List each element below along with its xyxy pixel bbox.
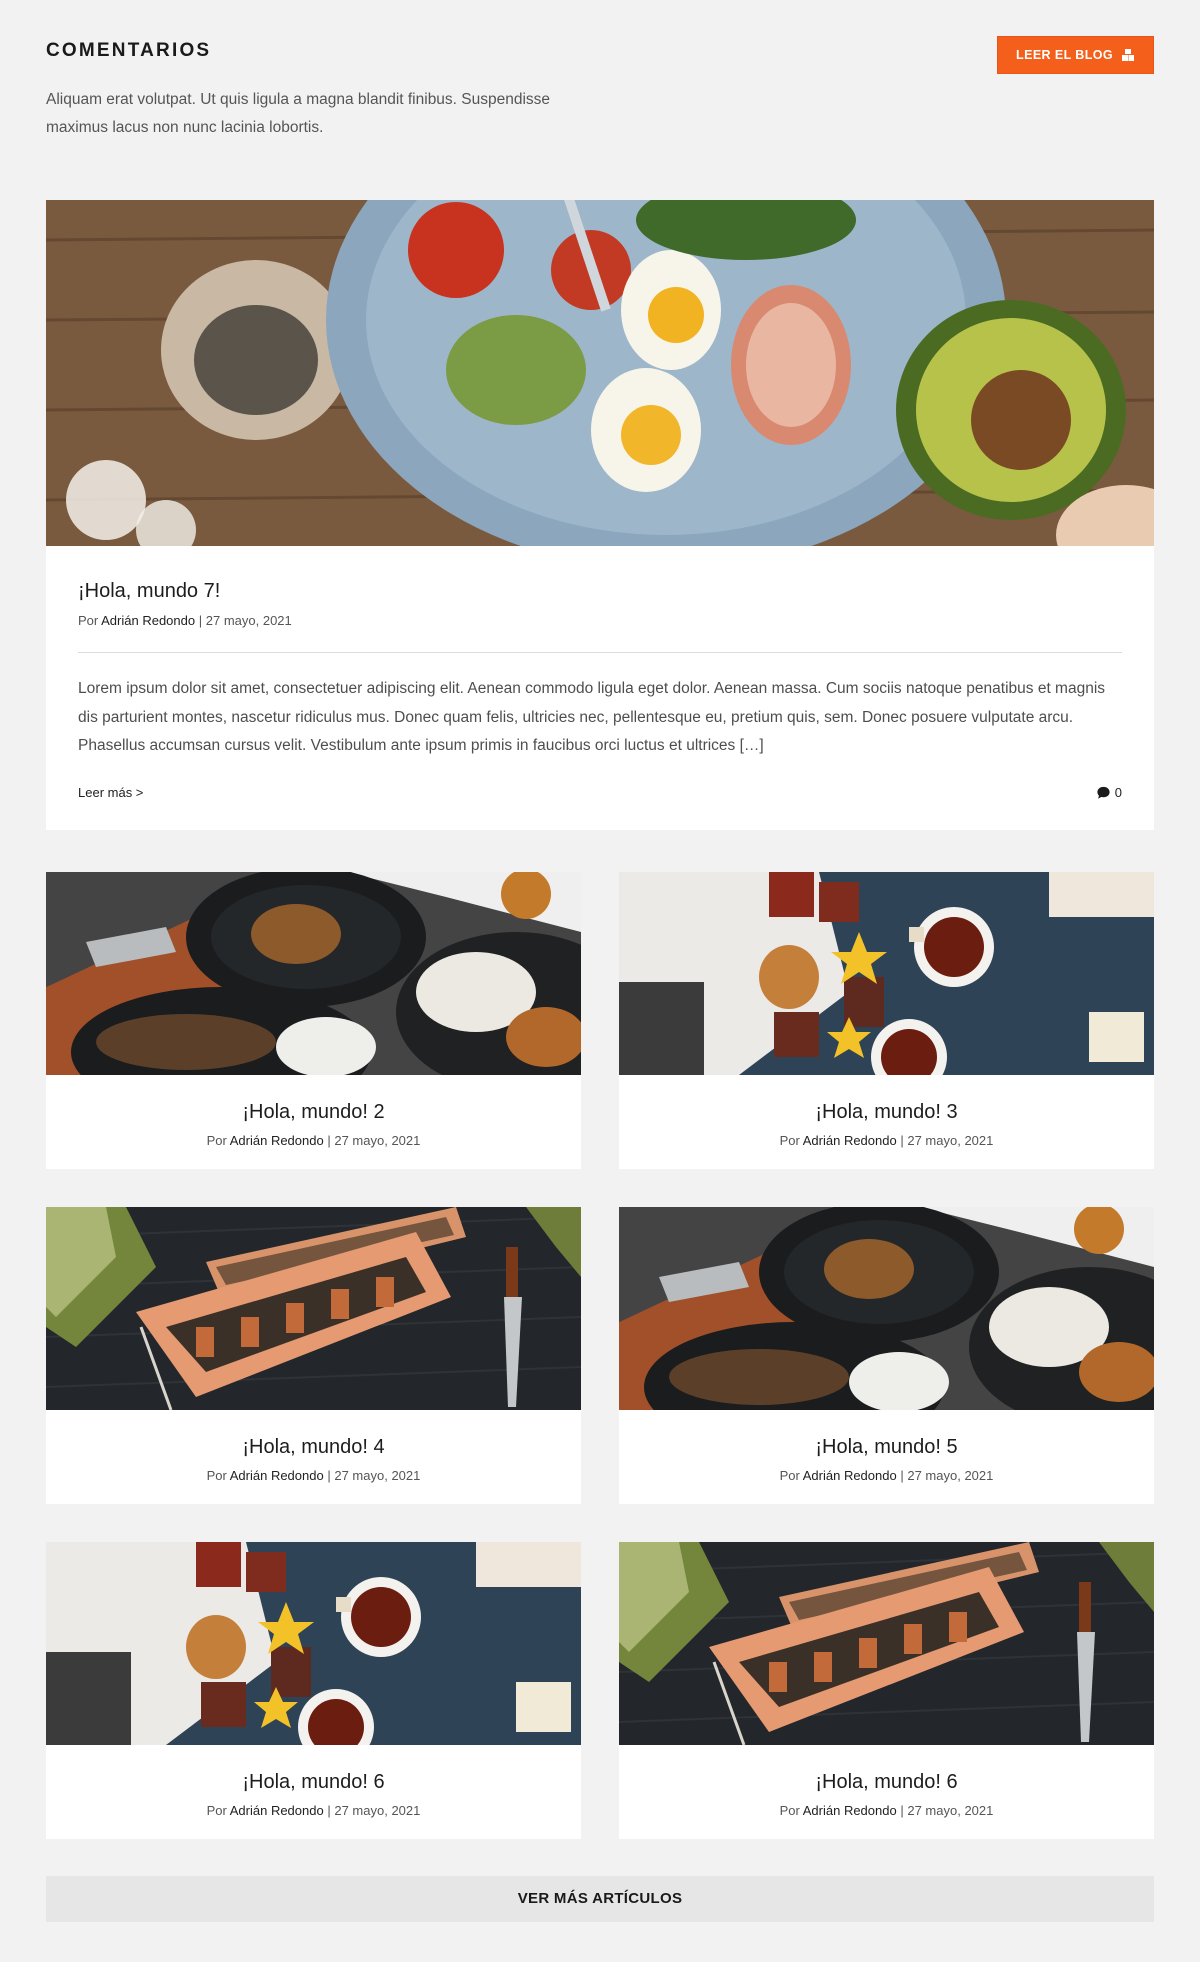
section-header: COMENTARIOS Aliquam erat volutpat. Ut qu…: [46, 36, 1154, 200]
salad-bowl-photo: [46, 200, 1154, 546]
post-author[interactable]: Adrián Redondo: [230, 1803, 324, 1818]
post-title[interactable]: ¡Hola, mundo! 4: [46, 1434, 581, 1460]
comment-count-value: 0: [1114, 784, 1122, 800]
post-title[interactable]: ¡Hola, mundo! 5: [619, 1434, 1154, 1460]
post-info: ¡Hola, mundo! 6 Por Adrián Redondo | 27 …: [46, 1745, 581, 1820]
section-title: COMENTARIOS: [46, 40, 212, 61]
meta-prefix: Por: [779, 1132, 800, 1148]
meta-separator: |: [198, 613, 203, 628]
post-author[interactable]: Adrián Redondo: [803, 1468, 897, 1483]
meta-separator: |: [327, 1802, 331, 1818]
meta-separator: |: [900, 1802, 904, 1818]
meta-prefix: Por: [779, 1467, 800, 1483]
meta-prefix: Por: [206, 1467, 227, 1483]
post-info: ¡Hola, mundo! 2 Por Adrián Redondo | 27 …: [46, 1075, 581, 1150]
post-image[interactable]: [619, 1542, 1154, 1745]
featured-post-title[interactable]: ¡Hola, mundo 7!: [78, 578, 1122, 604]
post-info: ¡Hola, mundo! 3 Por Adrián Redondo | 27 …: [619, 1075, 1154, 1150]
post-info: ¡Hola, mundo! 5 Por Adrián Redondo | 27 …: [619, 1410, 1154, 1485]
post-meta: Por Adrián Redondo | 27 mayo, 2021: [46, 1802, 581, 1820]
post-info: ¡Hola, mundo! 6 Por Adrián Redondo | 27 …: [619, 1745, 1154, 1820]
post-date: 27 mayo, 2021: [205, 613, 292, 628]
featured-post-excerpt: Lorem ipsum dolor sit amet, consectetuer…: [78, 680, 1106, 754]
post-image[interactable]: [619, 872, 1154, 1075]
meta-separator: |: [900, 1132, 904, 1148]
meta-prefix: Por: [206, 1132, 227, 1148]
post-meta: Por Adrián Redondo | 27 mayo, 2021: [46, 1467, 581, 1485]
post-card[interactable]: ¡Hola, mundo! 6 Por Adrián Redondo | 27 …: [619, 1541, 1154, 1839]
post-date: 27 mayo, 2021: [907, 1802, 994, 1818]
post-title[interactable]: ¡Hola, mundo! 2: [46, 1099, 581, 1125]
comments-count[interactable]: 0: [1096, 785, 1122, 800]
featured-post-footer: Leer más > 0: [78, 785, 1122, 800]
featured-post[interactable]: ¡Hola, mundo 7! Por Adrián Redondo | 27 …: [46, 200, 1154, 830]
post-author[interactable]: Adrián Redondo: [230, 1468, 324, 1483]
featured-post-meta: Por Adrián Redondo | 27 mayo, 2021: [78, 612, 1122, 630]
meta-separator: |: [327, 1132, 331, 1148]
meta-prefix: Por: [78, 613, 99, 628]
post-meta: Por Adrián Redondo | 27 mayo, 2021: [619, 1132, 1154, 1150]
post-info: ¡Hola, mundo! 4 Por Adrián Redondo | 27 …: [46, 1410, 581, 1485]
meta-prefix: Por: [206, 1802, 227, 1818]
post-title[interactable]: ¡Hola, mundo! 3: [619, 1099, 1154, 1125]
featured-post-body: ¡Hola, mundo 7! Por Adrián Redondo | 27 …: [46, 546, 1154, 830]
blog-section: COMENTARIOS Aliquam erat volutpat. Ut qu…: [46, 0, 1154, 1922]
post-image[interactable]: [46, 872, 581, 1075]
post-date: 27 mayo, 2021: [334, 1132, 421, 1148]
post-date: 27 mayo, 2021: [907, 1132, 994, 1148]
tea-toast-photo: [46, 1542, 581, 1745]
comment-bubble-icon: [1097, 786, 1110, 799]
fish-plates-photo: [46, 872, 581, 1075]
post-card[interactable]: ¡Hola, mundo! 2 Por Adrián Redondo | 27 …: [46, 871, 581, 1169]
tea-toast-photo: [619, 872, 1154, 1075]
more-articles-button[interactable]: VER MÁS ARTÍCULOS: [46, 1875, 1154, 1922]
box-stack-icon: [1121, 48, 1135, 62]
sushi-board-photo: [619, 1542, 1154, 1745]
post-image[interactable]: [619, 1207, 1154, 1410]
read-blog-label: LEER EL BLOG: [1016, 48, 1113, 62]
post-meta: Por Adrián Redondo | 27 mayo, 2021: [46, 1132, 581, 1150]
post-author[interactable]: Adrián Redondo: [101, 613, 195, 628]
post-date: 27 mayo, 2021: [907, 1467, 994, 1483]
meta-separator: |: [327, 1467, 331, 1483]
post-author[interactable]: Adrián Redondo: [230, 1133, 324, 1148]
read-more-link[interactable]: Leer más >: [78, 785, 143, 800]
post-card[interactable]: ¡Hola, mundo! 4 Por Adrián Redondo | 27 …: [46, 1206, 581, 1504]
post-grid: ¡Hola, mundo! 2 Por Adrián Redondo | 27 …: [46, 871, 1154, 1839]
divider: [78, 652, 1122, 653]
section-description: Aliquam erat volutpat. Ut quis ligula a …: [46, 91, 551, 136]
post-author[interactable]: Adrián Redondo: [803, 1803, 897, 1818]
post-image[interactable]: [46, 1207, 581, 1410]
featured-post-image[interactable]: [46, 200, 1154, 546]
fish-plates-photo: [619, 1207, 1154, 1410]
sushi-board-photo: [46, 1207, 581, 1410]
post-card[interactable]: ¡Hola, mundo! 3 Por Adrián Redondo | 27 …: [619, 871, 1154, 1169]
post-meta: Por Adrián Redondo | 27 mayo, 2021: [619, 1467, 1154, 1485]
post-author[interactable]: Adrián Redondo: [803, 1133, 897, 1148]
post-card[interactable]: ¡Hola, mundo! 6 Por Adrián Redondo | 27 …: [46, 1541, 581, 1839]
post-date: 27 mayo, 2021: [334, 1467, 421, 1483]
read-blog-button[interactable]: LEER EL BLOG: [997, 36, 1154, 74]
post-meta: Por Adrián Redondo | 27 mayo, 2021: [619, 1802, 1154, 1820]
meta-prefix: Por: [779, 1802, 800, 1818]
post-title[interactable]: ¡Hola, mundo! 6: [46, 1769, 581, 1795]
post-card[interactable]: ¡Hola, mundo! 5 Por Adrián Redondo | 27 …: [619, 1206, 1154, 1504]
post-image[interactable]: [46, 1542, 581, 1745]
meta-separator: |: [900, 1467, 904, 1483]
post-date: 27 mayo, 2021: [334, 1802, 421, 1818]
post-title[interactable]: ¡Hola, mundo! 6: [619, 1769, 1154, 1795]
